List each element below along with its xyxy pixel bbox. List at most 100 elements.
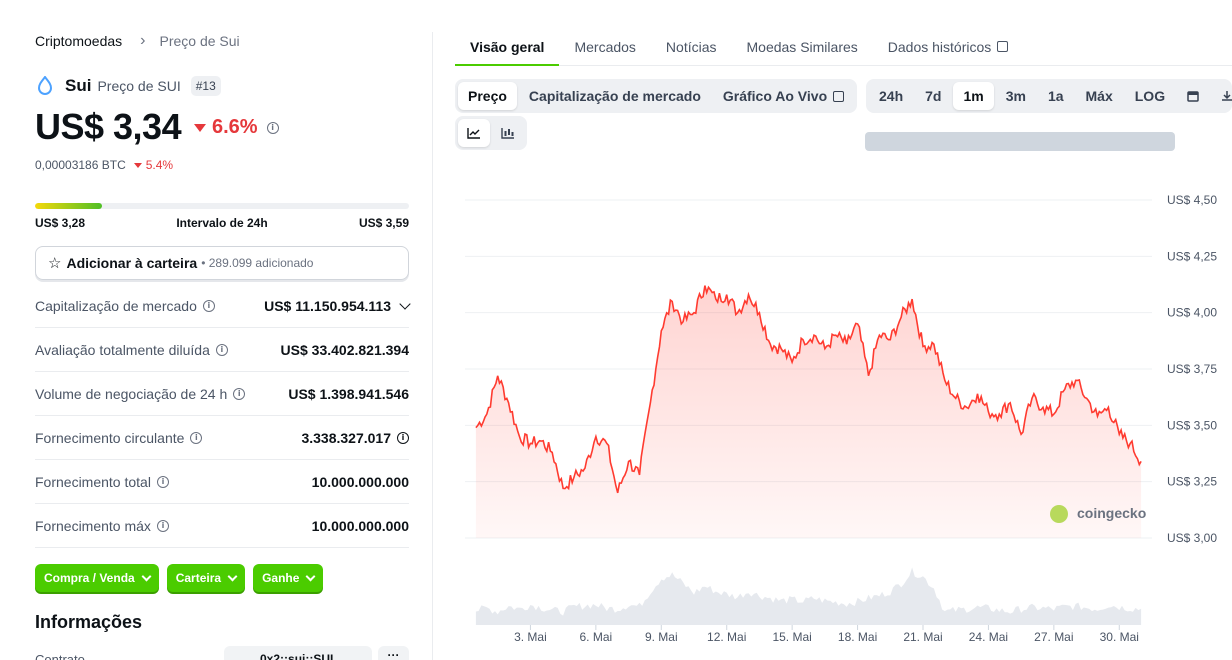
wallet-button[interactable]: Carteira [166, 564, 246, 592]
down-triangle-icon [194, 123, 206, 132]
y-tick-label: US$ 4,50 [1167, 193, 1217, 207]
contract-address: 0x2::sui::SUI [260, 652, 334, 660]
add-to-portfolio-button[interactable]: ☆ Adicionar à carteira • 289.099 adicion… [35, 246, 409, 280]
wallet-label: Carteira [175, 571, 222, 585]
chevron-down-icon [227, 571, 238, 581]
mode-live-chart[interactable]: Gráfico Ao Vivo [713, 82, 854, 110]
info-icon[interactable]: i [233, 387, 246, 400]
y-tick-label: US$ 3,00 [1167, 531, 1217, 545]
btc-price-value: 0,00003186 BTC [35, 158, 126, 172]
range-24h-fill [35, 203, 103, 209]
gecko-logo-icon [1050, 505, 1068, 523]
stat-row-volume: Volume de negociação de 24 h i US$ 1.398.… [35, 372, 409, 416]
coingecko-watermark: coingecko [1050, 505, 1146, 523]
x-tick-label: 27. Mai [1034, 630, 1073, 644]
chevron-right-icon: › [140, 32, 146, 49]
range-max[interactable]: Máx [1076, 82, 1123, 110]
breadcrumb: Criptomoedas › Preço de Sui [35, 32, 240, 50]
stat-label: Fornecimento máx [35, 517, 151, 534]
info-icon[interactable]: i [190, 431, 203, 444]
range-1m[interactable]: 1m [953, 82, 994, 110]
column-divider [432, 32, 433, 660]
x-tick-label: 21. Mai [903, 630, 942, 644]
x-tick-label: 15. Mai [772, 630, 811, 644]
tab-news[interactable]: Notícias [651, 28, 732, 66]
earn-button[interactable]: Ganhe [253, 564, 324, 592]
y-tick-label: US$ 3,50 [1167, 418, 1217, 432]
time-range-selector: 24h 7d 1m 3m 1a Máx LOG [866, 79, 1232, 113]
stat-value: US$ 1.398.941.546 [288, 385, 409, 402]
more-icon[interactable]: ··· [378, 646, 409, 660]
info-icon[interactable]: i [215, 343, 228, 356]
mode-live-label: Gráfico Ao Vivo [722, 88, 828, 104]
btc-change-value: 5.4% [145, 158, 174, 172]
mode-market-cap[interactable]: Capitalização de mercado [519, 82, 711, 110]
y-tick-label: US$ 3,75 [1167, 362, 1217, 376]
info-icon[interactable]: i [202, 299, 215, 312]
range-7d[interactable]: 7d [915, 82, 951, 110]
chevron-down-icon[interactable] [399, 297, 411, 310]
stat-label: Fornecimento total [35, 473, 151, 490]
btc-change: 5.4% [133, 158, 174, 172]
range-24h[interactable]: 24h [869, 82, 913, 110]
tab-overview[interactable]: Visão geral [455, 28, 560, 66]
y-axis-labels: US$ 4,50 US$ 4,25 US$ 4,00 US$ 3,75 US$ 3,50… [1167, 193, 1217, 545]
range-1y[interactable]: 1a [1038, 82, 1074, 110]
stat-label: Capitalização de mercado [35, 297, 197, 314]
breadcrumb-root-link[interactable]: Criptomoedas [35, 33, 122, 49]
info-icon[interactable]: i [156, 519, 169, 532]
external-link-icon [833, 90, 845, 102]
range-24h-bar [35, 203, 409, 209]
tab-bar: Visão geral Mercados Notícias Moedas Sim… [455, 28, 1232, 66]
download-icon[interactable] [1211, 82, 1232, 110]
candlestick-chart-icon[interactable] [492, 119, 524, 147]
x-tick-label: 6. Mai [580, 630, 613, 644]
buy-sell-label: Compra / Venda [44, 571, 135, 585]
rank-badge: #13 [190, 76, 221, 96]
info-icon[interactable]: i [156, 475, 169, 488]
stat-row-circulating: Fornecimento circulante i 3.338.327.017 i [35, 416, 409, 460]
stat-label: Avaliação totalmente diluída [35, 341, 210, 358]
tab-similar-coins[interactable]: Moedas Similares [732, 28, 873, 66]
breadcrumb-current: Preço de Sui [159, 33, 240, 49]
price-change-value: 6.6% [212, 116, 258, 138]
info-heading: Informações [35, 612, 143, 632]
coin-header: Sui Preço de SUI #13 [37, 75, 221, 97]
stat-label: Fornecimento circulante [35, 429, 185, 446]
tab-markets[interactable]: Mercados [559, 28, 650, 66]
buy-sell-button[interactable]: Compra / Venda [35, 564, 159, 592]
contract-address-button[interactable]: 0x2::sui::SUI [224, 646, 372, 660]
stat-label: Volume de negociação de 24 h [35, 385, 228, 402]
range-3m[interactable]: 3m [996, 82, 1036, 110]
calendar-icon[interactable] [1177, 82, 1209, 110]
contract-label: Contrato [35, 652, 85, 660]
chart-mode-selector: Preço Capitalização de mercado Gráfico A… [455, 79, 858, 113]
stat-value: US$ 11.150.954.113 [264, 297, 391, 314]
x-axis-labels: 3. Mai 6. Mai 9. Mai 12. Mai 15. Mai 18. Mai 2… [514, 625, 1139, 644]
price-change: 6.6% i [194, 116, 279, 139]
price-area [475, 285, 1142, 538]
chart-type-selector [455, 116, 527, 150]
down-triangle-icon [133, 162, 142, 168]
stats-table: Capitalização de mercado i US$ 11.150.954… [35, 284, 411, 548]
tab-historical-data[interactable]: Dados históricos [873, 28, 1024, 66]
info-icon[interactable]: i [266, 121, 279, 134]
x-tick-label: 3. Mai [514, 630, 547, 644]
line-chart-icon[interactable] [458, 119, 490, 147]
volume-series [475, 567, 1142, 625]
x-tick-label: 9. Mai [645, 630, 678, 644]
range-log[interactable]: LOG [1125, 82, 1175, 110]
x-tick-label: 30. Mai [1100, 630, 1139, 644]
coin-subtitle: Preço de SUI [97, 78, 181, 94]
stat-value: 10.000.000.000 [311, 473, 409, 490]
x-tick-label: 24. Mai [969, 630, 1008, 644]
chevron-down-icon [305, 571, 316, 581]
price-chart[interactable]: US$ 4,50 US$ 4,25 US$ 4,00 US$ 3,75 US$ 3,50… [440, 180, 1232, 650]
volume-area [475, 567, 1142, 625]
external-link-icon [997, 41, 1009, 52]
stat-value: 10.000.000.000 [311, 517, 409, 534]
y-tick-label: US$ 4,25 [1167, 249, 1217, 263]
mode-price[interactable]: Preço [458, 82, 517, 110]
x-tick-label: 18. Mai [838, 630, 877, 644]
info-icon[interactable]: i [397, 431, 409, 444]
